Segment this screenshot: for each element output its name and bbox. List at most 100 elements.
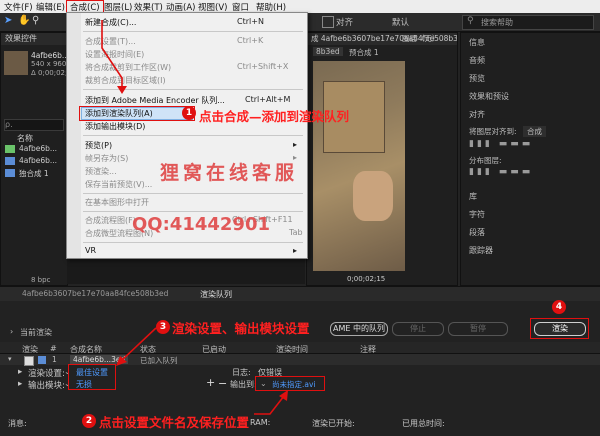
render-queue-tabbar: 4afbe6b3607be17e70aa84fce508b3ed 渲染队列 bbox=[0, 287, 600, 301]
zoom-tool-icon[interactable]: ⚲ bbox=[32, 15, 39, 26]
sub-tab[interactable]: 8b3ed bbox=[313, 47, 343, 56]
project-row[interactable]: 独合成 1 bbox=[19, 168, 49, 179]
log-label: 日志: bbox=[232, 368, 251, 377]
expand-arrow-icon[interactable]: ▾ bbox=[8, 355, 12, 363]
search-icon: ⚲ bbox=[467, 16, 474, 26]
row-number: 1 bbox=[52, 355, 57, 364]
menu-item-open-essential-graphics[interactable]: 在基本图形中打开 bbox=[85, 197, 149, 208]
stop-button[interactable]: 停止 bbox=[392, 322, 444, 336]
project-item-name: 4afbe6b... bbox=[31, 51, 70, 60]
render-checkbox[interactable] bbox=[24, 356, 34, 366]
menu-item-add-to-ame[interactable]: 添加到 Adobe Media Encoder 队列... bbox=[85, 95, 225, 106]
menu-item-save-preview[interactable]: 保存当前预览(V)... bbox=[85, 179, 152, 190]
menu-gutter bbox=[67, 13, 81, 258]
workspace-label[interactable]: 默认 bbox=[392, 16, 409, 28]
label-color-swatch[interactable] bbox=[38, 356, 46, 364]
comp-icon bbox=[5, 157, 15, 165]
project-row[interactable]: 4afbe6b... bbox=[19, 156, 57, 165]
align-to-label: 将图层对齐到: bbox=[469, 127, 517, 136]
project-tab[interactable]: 效果控件 bbox=[1, 33, 67, 45]
paragraph-panel-tab[interactable]: 段落 bbox=[469, 227, 485, 238]
settings-highlight-box bbox=[68, 364, 116, 390]
total-time-label: 已用总时间: bbox=[402, 419, 445, 428]
distribute-label: 分布图层: bbox=[469, 156, 502, 165]
align-icons[interactable]: ▮▮▮ ▬▬▬ bbox=[469, 139, 533, 149]
audio-panel-tab[interactable]: 音频 bbox=[469, 55, 485, 66]
tracker-panel-tab[interactable]: 跟踪器 bbox=[469, 245, 493, 256]
timecode-readout[interactable]: 0;00;02;15 bbox=[347, 275, 385, 283]
selection-tool-icon[interactable]: ➤ bbox=[4, 15, 12, 26]
distribute-buttons: ▮▮▮ ▬▬▬ bbox=[469, 167, 569, 177]
menu-item-vr[interactable]: VR bbox=[85, 246, 96, 255]
preview-panel-tab[interactable]: 预览 bbox=[469, 73, 485, 84]
project-search-input[interactable]: ρ. bbox=[4, 119, 64, 131]
right-panels: 信息 音频 预览 效果和预设 对齐 将图层对齐到: 合成 ▮▮▮ ▬▬▬ 分布图… bbox=[460, 32, 600, 286]
step-badge: 2 bbox=[82, 414, 96, 428]
remove-output-module-icon[interactable]: − bbox=[218, 377, 227, 390]
watermark-text: 狸窝在线客服 bbox=[160, 162, 299, 184]
effects-presets-tab[interactable]: 效果和预设 bbox=[469, 91, 509, 102]
pause-button[interactable]: 暂停 bbox=[448, 322, 508, 336]
arrow-icon bbox=[254, 390, 288, 415]
expand-arrow-icon[interactable]: ▸ bbox=[18, 379, 22, 389]
ame-queue-button[interactable]: AME 中的队列 bbox=[330, 322, 388, 336]
shortcut-label: Ctrl+Shift+X bbox=[237, 62, 289, 71]
project-panel: 效果控件 4afbe6b... 540 x 960 (1.00) Δ 0;00;… bbox=[0, 32, 90, 286]
expand-arrow-icon[interactable]: › bbox=[10, 327, 13, 336]
character-panel-tab[interactable]: 字符 bbox=[469, 209, 485, 220]
hand-tool-icon[interactable]: ✋ bbox=[18, 15, 30, 26]
info-panel-tab[interactable]: 信息 bbox=[469, 37, 485, 48]
render-queue-tab[interactable]: 渲染队列 bbox=[200, 289, 232, 300]
output-module-label: 输出模块: bbox=[28, 381, 65, 391]
menu-separator bbox=[83, 211, 303, 212]
effects-tab-label: 效果控件 bbox=[5, 34, 37, 43]
name-column-header[interactable]: 名称 bbox=[17, 133, 33, 144]
video-frame bbox=[313, 61, 405, 271]
menu-item-add-output-module[interactable]: 添加输出模块(D) bbox=[85, 121, 145, 132]
align-to-select[interactable]: 合成 bbox=[523, 126, 546, 137]
viewer-footer bbox=[67, 258, 305, 284]
add-output-module-icon[interactable]: + bbox=[206, 376, 215, 389]
timeline-tab[interactable]: 4afbe6b3607be17e70aa84fce508b3ed bbox=[22, 289, 168, 298]
menu-separator bbox=[83, 135, 303, 136]
annotation-text: 点击合成—添加到渲染队列 bbox=[199, 109, 350, 124]
distribute-icons[interactable]: ▮▮▮ ▬▬▬ bbox=[469, 167, 533, 177]
render-button-highlight bbox=[530, 318, 589, 339]
submenu-arrow-icon: ▸ bbox=[293, 246, 298, 255]
shortcut-label: Ctrl+K bbox=[237, 36, 264, 45]
ram-label: RAM: bbox=[250, 418, 271, 427]
message-label: 消息: bbox=[8, 419, 27, 428]
step-badge: 4 bbox=[552, 300, 566, 314]
annotation-text: 渲染设置、输出模块设置 bbox=[172, 321, 310, 336]
menu-item-preview[interactable]: 预览(P) bbox=[85, 140, 112, 151]
layer-panel-tab[interactable]: 图层（无） bbox=[402, 33, 440, 45]
project-row[interactable]: 4afbe6b... bbox=[19, 144, 57, 153]
align-buttons: ▮▮▮ ▬▬▬ bbox=[469, 139, 569, 149]
shortcut-label: Tab bbox=[289, 228, 303, 237]
pre-comp-tab[interactable]: 预合成 1 bbox=[349, 47, 379, 58]
bpc-label[interactable]: 8 bpc bbox=[31, 276, 50, 284]
menu-file[interactable]: 文件(F) bbox=[4, 1, 33, 13]
hand-image bbox=[353, 171, 393, 221]
shortcut-label: Ctrl+Alt+M bbox=[245, 95, 291, 104]
align-panel-tab[interactable]: 对齐 bbox=[469, 109, 485, 120]
library-panel-tab[interactable]: 库 bbox=[469, 191, 477, 202]
snap-checkbox[interactable] bbox=[322, 16, 334, 28]
footage-icon bbox=[5, 145, 15, 153]
step-badge: 1 bbox=[182, 106, 196, 120]
snap-label: 对齐 bbox=[336, 18, 354, 28]
help-search-box[interactable]: ⚲ 搜索帮助 bbox=[462, 15, 594, 30]
column-header-number[interactable]: # bbox=[50, 344, 57, 353]
menu-item-pre-render[interactable]: 预渲染... bbox=[85, 166, 117, 177]
arrow-icon bbox=[116, 327, 157, 366]
expand-arrow-icon[interactable]: ▸ bbox=[18, 367, 22, 377]
submenu-arrow-icon: ▸ bbox=[293, 140, 298, 149]
menu-edit[interactable]: 编辑(E) bbox=[36, 1, 65, 13]
menu-item-flowchart[interactable]: 合成流程图(F) bbox=[85, 215, 136, 226]
shortcut-label: Ctrl+N bbox=[237, 17, 264, 26]
watermark-qq: QQ:41442901 bbox=[132, 214, 270, 235]
menu-separator bbox=[83, 242, 303, 243]
menu-item-save-frame[interactable]: 帧另存为(S) bbox=[85, 153, 128, 164]
comp-icon bbox=[5, 169, 15, 177]
render-started-label: 渲染已开始: bbox=[312, 419, 355, 428]
